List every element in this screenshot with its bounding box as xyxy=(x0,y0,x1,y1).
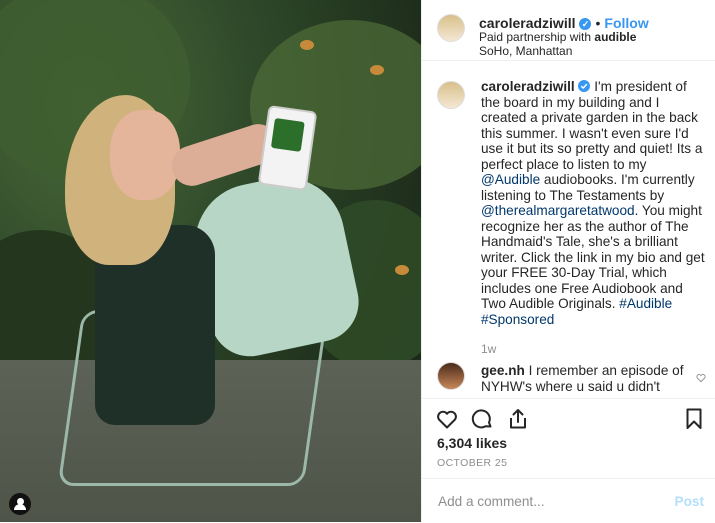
comment-username-link[interactable]: gee.nh xyxy=(481,363,525,378)
verified-badge-icon xyxy=(578,80,591,92)
partner-link[interactable]: audible xyxy=(594,30,636,44)
hashtag-link[interactable]: #Sponsored xyxy=(481,312,554,327)
username-link[interactable]: caroleradziwill xyxy=(479,15,575,31)
caption-timestamp[interactable]: 1w xyxy=(481,342,496,356)
post-date[interactable]: OCTOBER 25 xyxy=(437,457,507,469)
caption-text: . You might recognize her as the author … xyxy=(481,203,705,311)
follow-button[interactable]: Follow xyxy=(604,15,648,31)
avatar[interactable] xyxy=(437,14,465,42)
woman-face xyxy=(110,110,180,200)
flower xyxy=(300,40,314,50)
paid-partnership-text: Paid partnership with xyxy=(479,30,592,44)
post-button[interactable]: Post xyxy=(675,494,704,509)
comment-item: gee.nh I remember an episode of NYHW's w… xyxy=(422,360,715,398)
share-upload-icon[interactable] xyxy=(506,407,530,431)
phone-screen xyxy=(270,117,305,152)
action-bar xyxy=(422,398,715,439)
caption-area: caroleradziwill I'm president of the boa… xyxy=(422,60,715,360)
verified-badge-icon: ✓ xyxy=(579,18,592,31)
separator-dot: • xyxy=(595,15,601,31)
paid-partnership: Paid partnership with audible xyxy=(479,30,636,44)
comment-bubble-icon[interactable] xyxy=(470,407,494,431)
user-tag-icon[interactable] xyxy=(9,493,31,515)
caption-username-link[interactable]: caroleradziwill xyxy=(481,79,575,94)
likes-count[interactable]: 6,304 likes xyxy=(437,435,507,451)
avatar[interactable] xyxy=(437,81,465,109)
flower xyxy=(370,65,384,75)
post-sidebar: caroleradziwill ✓ • Follow Paid partnership… xyxy=(421,0,715,522)
avatar[interactable] xyxy=(437,362,465,390)
post-photo[interactable] xyxy=(0,0,421,522)
instagram-post: caroleradziwill ✓ • Follow Paid partnership… xyxy=(0,0,715,522)
mention-link[interactable]: @Audible xyxy=(481,172,540,187)
hashtag-link[interactable]: #Audible xyxy=(619,296,672,311)
location-link[interactable]: SoHo, Manhattan xyxy=(479,44,572,58)
caption: caroleradziwill I'm president of the boa… xyxy=(481,79,706,327)
header-username-row: caroleradziwill ✓ • Follow xyxy=(479,15,649,31)
mention-link[interactable]: @therealmargaretatwood xyxy=(481,203,635,218)
add-comment-input[interactable] xyxy=(436,493,650,510)
heart-icon[interactable] xyxy=(435,407,459,431)
comment-text: gee.nh I remember an episode of NYHW's w… xyxy=(481,363,686,394)
small-heart-icon[interactable] xyxy=(696,373,706,383)
post-header: caroleradziwill ✓ • Follow Paid partnership… xyxy=(422,0,715,61)
flower xyxy=(395,265,409,275)
bookmark-icon[interactable] xyxy=(682,407,706,431)
add-comment-bar: Post xyxy=(422,478,715,523)
